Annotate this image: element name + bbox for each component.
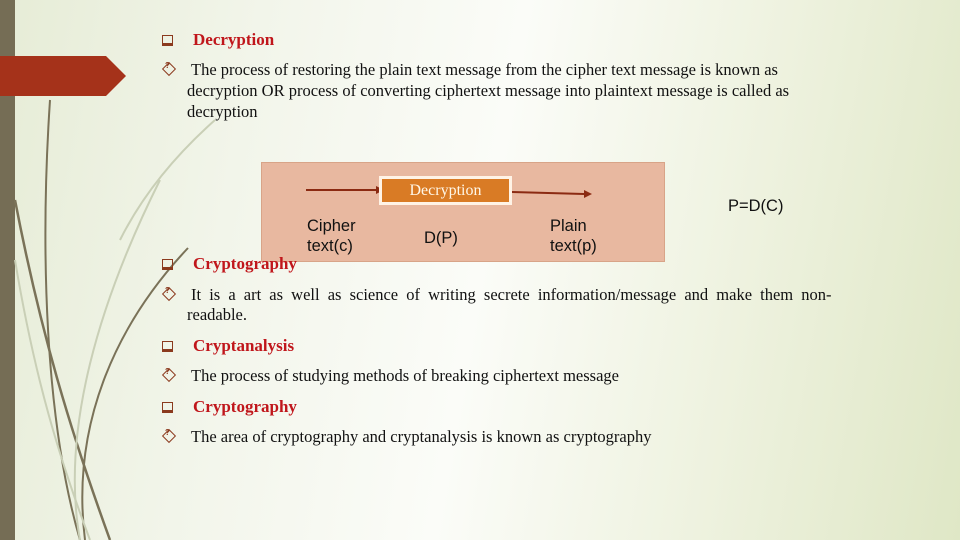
cipher-text-label: Cipher text(c) [307,216,356,256]
section-cryptanalysis-bullet: The process of studying methods of break… [162,365,619,386]
diamond-bullet-icon [162,428,175,442]
decryption-bullet-continuation: decryption OR process of converting ciph… [187,80,789,122]
decryption-process-box: Decryption [379,176,512,205]
cryptography-bullet-continuation: readable. [187,304,247,325]
function-label: D(P) [424,229,458,247]
bullet-text: The process of studying methods of break… [191,366,619,385]
checkbox-square-icon [162,259,173,270]
bullet-line: readable. [187,305,247,324]
section-decryption-heading: Decryption [162,30,274,50]
plain-label-line2: text(p) [550,237,597,255]
bullet-text: The area of cryptography and cryptanalys… [191,427,652,446]
plain-label-line1: Plain [550,217,587,235]
cipher-label-line1: Cipher [307,217,356,235]
heading-text: Decryption [193,30,275,49]
bullet-line: decryption [187,102,258,121]
section-cryptography-bullet: It is a art as well as science of writin… [162,284,882,305]
diamond-bullet-icon [162,286,175,300]
heading-text: Cryptography [193,254,297,273]
cipher-label-line2: text(c) [307,237,353,255]
section-cryptanalysis-heading: Cryptanalysis [162,336,294,356]
diamond-bullet-icon [162,61,175,75]
section-cryptography-heading: Cryptography [162,254,297,274]
checkbox-square-icon [162,35,173,46]
formula-label: P=D(C) [728,197,784,215]
checkbox-square-icon [162,402,173,413]
checkbox-square-icon [162,341,173,352]
diamond-bullet-icon [162,367,175,381]
bullet-line: decryption OR process of converting ciph… [187,81,790,100]
bullet-text: The process of restoring the plain text … [191,60,778,79]
decryption-box-label: Decryption [409,182,482,199]
title-banner-arrow [0,56,126,96]
section-decryption-bullet: The process of restoring the plain text … [162,59,778,80]
heading-text: Cryptanalysis [193,336,295,355]
section-cryptography2-bullet: The area of cryptography and cryptanalys… [162,426,651,447]
heading-text: Cryptography [193,397,297,416]
bullet-text: It is a art as well as science of writin… [191,285,832,304]
plain-text-label: Plain text(p) [550,216,597,256]
section-cryptography2-heading: Cryptography [162,397,297,417]
